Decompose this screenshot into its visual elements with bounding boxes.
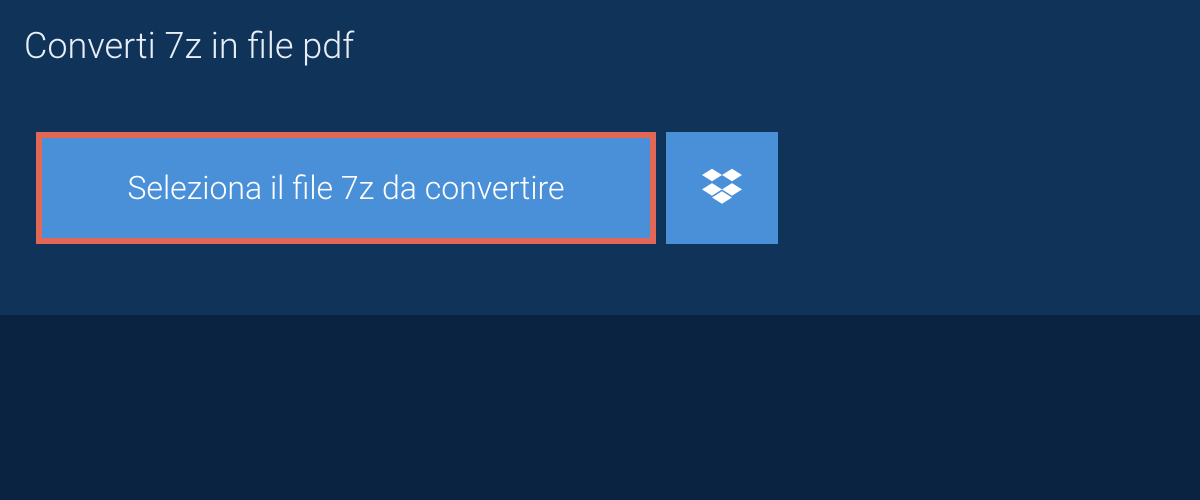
select-file-label: Seleziona il file 7z da convertire — [127, 169, 564, 207]
below-area — [0, 315, 1200, 500]
converter-panel: Converti 7z in file pdf Seleziona il fil… — [0, 0, 1200, 315]
select-file-button[interactable]: Seleziona il file 7z da convertire — [36, 132, 656, 244]
dropbox-icon — [702, 168, 742, 208]
upload-section: Seleziona il file 7z da convertire — [0, 92, 1200, 244]
dropbox-button[interactable] — [666, 132, 778, 244]
page-title: Converti 7z in file pdf — [0, 0, 389, 92]
